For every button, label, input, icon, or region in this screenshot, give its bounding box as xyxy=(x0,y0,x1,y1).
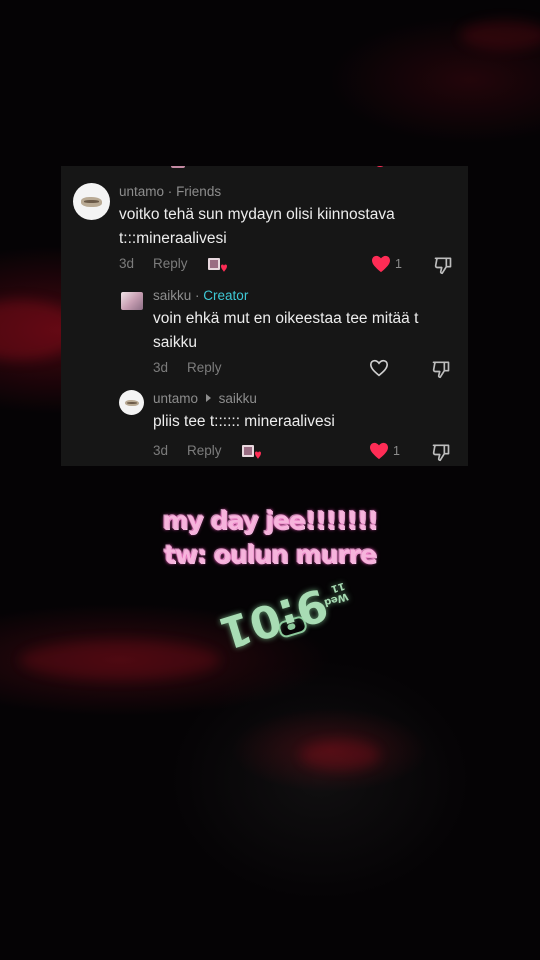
comment-text-line: saikku xyxy=(153,334,197,351)
dislike-button[interactable] xyxy=(431,442,451,466)
creator-avatar[interactable] xyxy=(121,292,143,310)
meta-separator: · xyxy=(167,184,173,199)
heart-icon[interactable] xyxy=(371,255,391,273)
comment-actions: 3d xyxy=(119,256,134,271)
meta-separator: · xyxy=(195,288,200,303)
caption-line: tw: oulun murre xyxy=(163,540,377,569)
comment-text: voitko tehä sun mydayn olisi kiinnostava… xyxy=(119,203,395,251)
heart-icon[interactable] xyxy=(369,442,389,460)
like-button[interactable]: 1 xyxy=(369,442,400,460)
comment-age: 3d xyxy=(153,360,169,375)
reply-item: untamo saikku pliis tee t:::::: mineraal… xyxy=(61,381,468,466)
red-light-streak xyxy=(460,20,540,50)
comment-age: 3d xyxy=(153,443,169,458)
heart-outline-icon[interactable] xyxy=(369,359,389,377)
story-background: untamo · Friends voitko tehä sun mydayn … xyxy=(0,0,540,960)
reply-item: saikku · Creator voin ehkä mut en oikees… xyxy=(61,281,468,381)
comment-username[interactable]: untamo xyxy=(119,184,164,199)
creator-liked-icon xyxy=(242,444,261,460)
reply-button[interactable]: Reply xyxy=(187,443,222,458)
comment-item: untamo · Friends voitko tehä sun mydayn … xyxy=(61,166,468,281)
comment-text: voin ehkä mut en oikeestaa tee mitää t s… xyxy=(153,307,418,355)
reply-to-username[interactable]: saikku xyxy=(219,391,257,406)
thumbs-down-icon[interactable] xyxy=(431,359,451,379)
smartwatch-display: 9:01 Wed 11 xyxy=(214,577,436,719)
watch-date-text: Wed 11 xyxy=(322,579,350,608)
comment-text-line: voin ehkä mut en oikeestaa tee mitää t xyxy=(153,310,419,327)
reply-arrow-icon xyxy=(205,394,211,402)
watch-time-text: 9:01 xyxy=(213,577,334,659)
dislike-button[interactable] xyxy=(433,255,453,280)
creator-tag: Creator xyxy=(203,288,249,303)
caption-line: my day jee!!!!!!! xyxy=(162,506,378,535)
comment-text: pliis tee t:::::: mineraalivesi xyxy=(153,410,335,434)
comment-meta: untamo · Friends xyxy=(119,184,221,199)
user-avatar[interactable] xyxy=(119,390,144,415)
like-button[interactable]: 1 xyxy=(371,255,402,273)
thumbs-down-icon[interactable] xyxy=(431,442,451,462)
reply-button[interactable]: Reply xyxy=(187,360,222,375)
comment-meta: untamo saikku xyxy=(153,391,257,406)
watch-time: 9:01 xyxy=(214,578,404,659)
reply-button[interactable]: Reply xyxy=(153,256,188,271)
creator-liked-icon xyxy=(208,257,227,273)
comment-username[interactable]: untamo xyxy=(153,391,198,406)
comment-username[interactable]: saikku xyxy=(153,288,191,303)
red-light-streak xyxy=(20,640,220,680)
like-count: 1 xyxy=(395,257,402,271)
red-light-streak xyxy=(300,740,380,770)
like-button[interactable] xyxy=(369,359,389,382)
comment-text-line: voitko tehä sun mydayn olisi kiinnostava xyxy=(119,206,395,223)
comment-thread-card: untamo · Friends voitko tehä sun mydayn … xyxy=(61,166,468,466)
comment-age: 3d xyxy=(119,256,135,271)
comment-text-line: pliis tee t:::::: mineraalivesi xyxy=(153,413,335,430)
like-count: 1 xyxy=(393,444,400,458)
comment-text-line: t:::mineraalivesi xyxy=(119,230,227,247)
comment-meta: saikku · Creator xyxy=(153,288,248,303)
thumbs-down-icon[interactable] xyxy=(433,255,453,275)
user-avatar[interactable] xyxy=(73,183,110,220)
comment-tag: Friends xyxy=(176,184,222,199)
